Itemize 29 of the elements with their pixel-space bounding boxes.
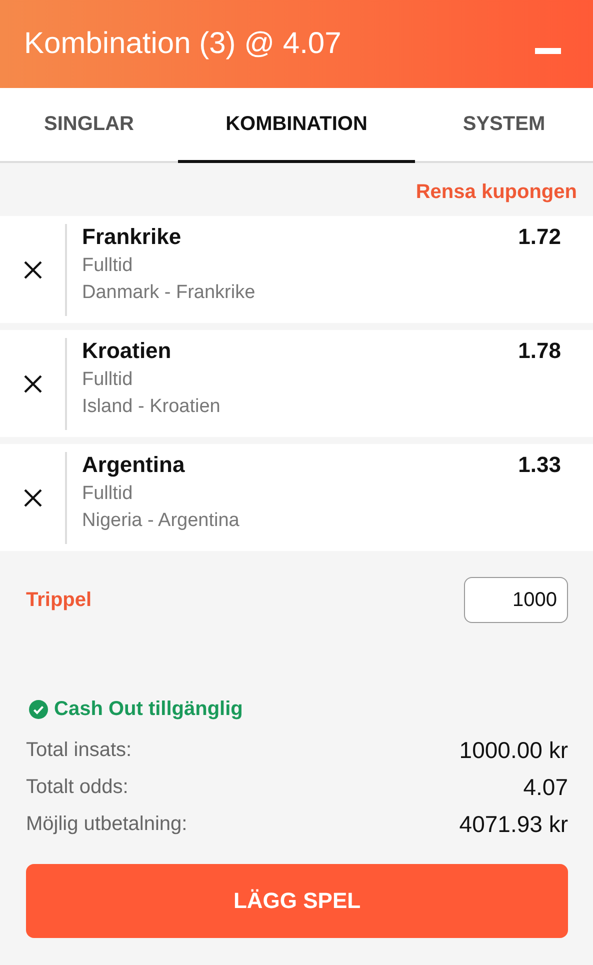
bet-type-label: Trippel (26, 588, 92, 612)
summary-value: 1000.00 kr (459, 737, 568, 764)
match-name: Island - Kroatien (82, 396, 222, 418)
cash-out-label: Cash Out tillgänglig (54, 698, 243, 721)
close-icon (22, 488, 42, 508)
match-name: Nigeria - Argentina (82, 510, 240, 532)
summary-label: Möjlig utbetalning: (26, 813, 188, 836)
market-name: Fulltid (82, 369, 134, 391)
summary-label: Totalt odds: (26, 776, 128, 799)
summary-value: 4.07 (523, 774, 568, 801)
selection-name: Kroatien (82, 338, 172, 364)
tab[interactable]: SYSTEM (415, 88, 593, 163)
market-name: Fulltid (82, 255, 134, 277)
market-name: Fulltid (82, 483, 134, 505)
minimize-button[interactable] (535, 48, 561, 54)
stake-input[interactable]: 1000 (464, 577, 568, 623)
odds-value: 1.78 (518, 338, 561, 364)
summary-label: Total insats: (26, 739, 132, 762)
odds-value: 1.72 (518, 224, 561, 250)
match-name: Danmark - Frankrike (82, 282, 256, 304)
selection-name: Argentina (82, 452, 185, 478)
tab[interactable]: SINGLAR (0, 88, 178, 163)
tab[interactable]: KOMBINATION (178, 88, 415, 163)
close-icon (22, 260, 42, 280)
summary-value: 4071.93 kr (459, 811, 568, 838)
odds-value: 1.33 (518, 452, 561, 478)
bet-slip-title: Kombination (3) @ 4.07 (24, 27, 342, 61)
close-icon (22, 374, 42, 394)
selection-name: Frankrike (82, 224, 182, 250)
